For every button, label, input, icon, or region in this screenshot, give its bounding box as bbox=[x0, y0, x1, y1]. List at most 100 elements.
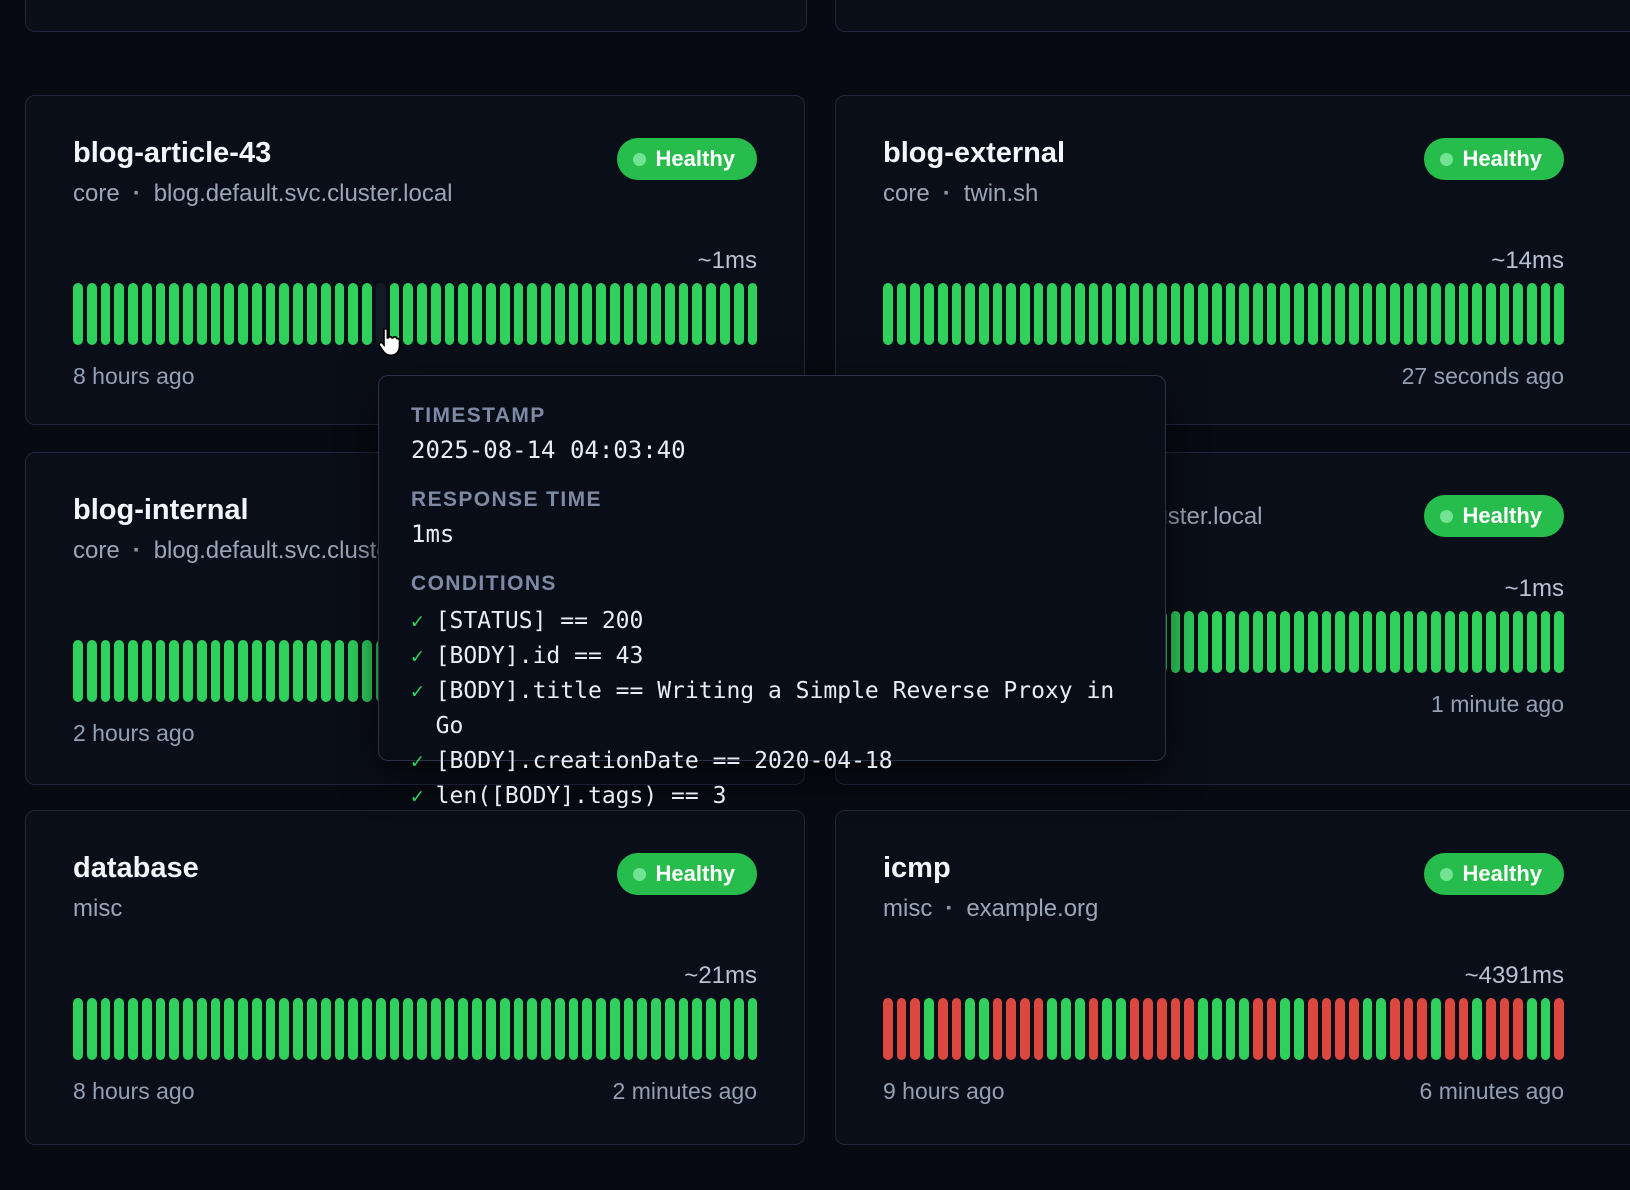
uptime-bar[interactable] bbox=[1363, 611, 1373, 673]
uptime-bar[interactable] bbox=[1280, 998, 1290, 1060]
uptime-bar[interactable] bbox=[993, 998, 1003, 1060]
uptime-bar[interactable] bbox=[1431, 611, 1441, 673]
uptime-bar[interactable] bbox=[1171, 611, 1181, 673]
uptime-bar[interactable] bbox=[1184, 283, 1194, 345]
uptime-bar[interactable] bbox=[238, 998, 248, 1060]
uptime-bar[interactable] bbox=[965, 998, 975, 1060]
uptime-bar[interactable] bbox=[183, 998, 193, 1060]
uptime-bar[interactable] bbox=[156, 283, 166, 345]
uptime-bar[interactable] bbox=[924, 998, 934, 1060]
uptime-bar[interactable] bbox=[1445, 283, 1455, 345]
uptime-bar[interactable] bbox=[1212, 611, 1222, 673]
uptime-bar[interactable] bbox=[376, 283, 386, 345]
uptime-bar[interactable] bbox=[1047, 283, 1057, 345]
uptime-bar[interactable] bbox=[142, 640, 152, 702]
uptime-bar[interactable] bbox=[665, 998, 675, 1060]
uptime-bar[interactable] bbox=[1541, 283, 1551, 345]
uptime-bar[interactable] bbox=[1431, 283, 1441, 345]
uptime-bar[interactable] bbox=[87, 640, 97, 702]
uptime-bar[interactable] bbox=[1280, 283, 1290, 345]
uptime-bar[interactable] bbox=[1390, 611, 1400, 673]
uptime-bar[interactable] bbox=[748, 998, 758, 1060]
uptime-bar[interactable] bbox=[1239, 611, 1249, 673]
uptime-bar[interactable] bbox=[431, 998, 441, 1060]
uptime-bar[interactable] bbox=[1034, 998, 1044, 1060]
uptime-bar[interactable] bbox=[1445, 611, 1455, 673]
uptime-bar[interactable] bbox=[128, 640, 138, 702]
uptime-bar[interactable] bbox=[748, 283, 758, 345]
uptime-bar[interactable] bbox=[1143, 998, 1153, 1060]
uptime-bar[interactable] bbox=[1404, 611, 1414, 673]
uptime-bar[interactable] bbox=[541, 998, 551, 1060]
uptime-bar[interactable] bbox=[1102, 998, 1112, 1060]
uptime-bar[interactable] bbox=[1417, 998, 1427, 1060]
uptime-bar[interactable] bbox=[279, 998, 289, 1060]
uptime-bar[interactable] bbox=[910, 283, 920, 345]
uptime-bar[interactable] bbox=[1184, 611, 1194, 673]
uptime-bar[interactable] bbox=[555, 283, 565, 345]
uptime-bar[interactable] bbox=[1130, 998, 1140, 1060]
uptime-bar[interactable] bbox=[224, 998, 234, 1060]
uptime-bar[interactable] bbox=[101, 283, 111, 345]
uptime-bar[interactable] bbox=[1089, 998, 1099, 1060]
uptime-bar[interactable] bbox=[582, 283, 592, 345]
uptime-bar[interactable] bbox=[252, 640, 262, 702]
uptime-bar[interactable] bbox=[169, 998, 179, 1060]
uptime-bar[interactable] bbox=[637, 998, 647, 1060]
uptime-bar[interactable] bbox=[1541, 611, 1551, 673]
uptime-bar[interactable] bbox=[952, 998, 962, 1060]
uptime-bar[interactable] bbox=[1500, 283, 1510, 345]
uptime-bar[interactable] bbox=[1034, 283, 1044, 345]
uptime-bar[interactable] bbox=[445, 283, 455, 345]
uptime-bar[interactable] bbox=[266, 998, 276, 1060]
uptime-bar[interactable] bbox=[417, 283, 427, 345]
uptime-bar[interactable] bbox=[211, 283, 221, 345]
uptime-bar[interactable] bbox=[993, 283, 1003, 345]
uptime-bar[interactable] bbox=[624, 998, 634, 1060]
uptime-bar[interactable] bbox=[692, 283, 702, 345]
uptime-bar[interactable] bbox=[1308, 611, 1318, 673]
uptime-bar[interactable] bbox=[403, 998, 413, 1060]
uptime-bar[interactable] bbox=[979, 283, 989, 345]
uptime-bar[interactable] bbox=[458, 998, 468, 1060]
uptime-bar[interactable] bbox=[1294, 611, 1304, 673]
uptime-bar[interactable] bbox=[1376, 998, 1386, 1060]
uptime-bar[interactable] bbox=[1075, 283, 1085, 345]
uptime-bar[interactable] bbox=[87, 283, 97, 345]
uptime-bar[interactable] bbox=[734, 998, 744, 1060]
uptime-bar[interactable] bbox=[938, 283, 948, 345]
uptime-bar[interactable] bbox=[637, 283, 647, 345]
service-card-database[interactable]: database misc Healthy ~21ms 8 hours ago … bbox=[25, 810, 805, 1145]
uptime-bar[interactable] bbox=[1404, 998, 1414, 1060]
uptime-bar[interactable] bbox=[1198, 283, 1208, 345]
uptime-bar[interactable] bbox=[128, 998, 138, 1060]
uptime-bar[interactable] bbox=[1486, 283, 1496, 345]
uptime-bar[interactable] bbox=[1061, 283, 1071, 345]
uptime-bar[interactable] bbox=[1253, 998, 1263, 1060]
uptime-bar[interactable] bbox=[252, 998, 262, 1060]
uptime-bar[interactable] bbox=[279, 283, 289, 345]
uptime-bar[interactable] bbox=[1404, 283, 1414, 345]
uptime-bar[interactable] bbox=[1445, 998, 1455, 1060]
uptime-bar[interactable] bbox=[390, 998, 400, 1060]
uptime-bar[interactable] bbox=[211, 998, 221, 1060]
uptime-bar[interactable] bbox=[348, 283, 358, 345]
uptime-bar[interactable] bbox=[1239, 998, 1249, 1060]
uptime-bar[interactable] bbox=[1006, 998, 1016, 1060]
uptime-bar[interactable] bbox=[238, 640, 248, 702]
uptime-bar[interactable] bbox=[1513, 611, 1523, 673]
uptime-bar[interactable] bbox=[362, 283, 372, 345]
uptime-bar[interactable] bbox=[1500, 998, 1510, 1060]
uptime-bar[interactable] bbox=[1472, 283, 1482, 345]
uptime-bar[interactable] bbox=[1486, 611, 1496, 673]
uptime-bar[interactable] bbox=[706, 998, 716, 1060]
uptime-bar[interactable] bbox=[1157, 998, 1167, 1060]
uptime-bar[interactable] bbox=[1020, 283, 1030, 345]
uptime-bar[interactable] bbox=[211, 640, 221, 702]
uptime-bar[interactable] bbox=[569, 998, 579, 1060]
uptime-bar[interactable] bbox=[224, 283, 234, 345]
uptime-bar[interactable] bbox=[472, 283, 482, 345]
uptime-bar[interactable] bbox=[73, 998, 83, 1060]
uptime-bar[interactable] bbox=[1376, 611, 1386, 673]
uptime-bar[interactable] bbox=[1116, 283, 1126, 345]
